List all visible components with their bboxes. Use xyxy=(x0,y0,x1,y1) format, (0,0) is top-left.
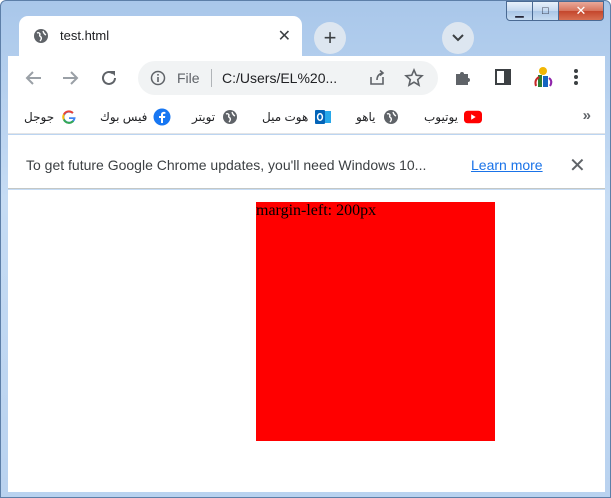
url-scheme-label: File xyxy=(177,70,200,86)
close-window-button[interactable]: ✕ xyxy=(558,1,604,21)
new-tab-button[interactable]: + xyxy=(314,22,346,54)
bookmark-google[interactable]: جوجل xyxy=(24,107,78,127)
outlook-icon xyxy=(314,108,332,126)
youtube-icon xyxy=(464,108,482,126)
bookmark-label: جوجل xyxy=(24,110,55,124)
back-button[interactable] xyxy=(22,66,46,90)
red-margin-box: margin-left: 200px xyxy=(256,202,495,441)
tab-title: test.html xyxy=(60,28,110,43)
update-infobar: To get future Google Chrome updates, you… xyxy=(8,135,605,189)
share-icon[interactable] xyxy=(368,69,386,92)
extensions-puzzle-icon[interactable] xyxy=(453,67,473,92)
bookmark-label: هوت ميل xyxy=(262,110,309,124)
forward-arrow-icon xyxy=(63,71,79,85)
side-panel-icon[interactable] xyxy=(493,67,513,92)
box-text: margin-left: 200px xyxy=(256,202,377,219)
globe-icon xyxy=(382,108,400,126)
more-bookmarks-chevron-icon[interactable]: » xyxy=(583,107,591,124)
address-bar[interactable]: File C:/Users/EL%20... xyxy=(138,61,438,95)
reload-icon xyxy=(102,70,116,85)
bookmark-label: يوتيوب xyxy=(424,110,458,124)
forward-button[interactable] xyxy=(58,66,82,90)
infobar-close-icon[interactable]: ✕ xyxy=(569,153,586,178)
facebook-icon xyxy=(153,108,171,126)
bookmark-yahoo[interactable]: ياهو xyxy=(356,107,400,127)
tab-search-button[interactable] xyxy=(442,22,474,54)
profile-avatar-icon[interactable] xyxy=(530,64,556,95)
reload-button[interactable] xyxy=(97,66,121,90)
bookmark-label: فيس بوك xyxy=(100,110,148,124)
maximize-button[interactable]: □ xyxy=(532,1,559,21)
bookmarks-bar: جوجل فيس بوك تويتر هوت ميل ياهو يوتيوب » xyxy=(8,100,605,134)
page-content: margin-left: 200px xyxy=(8,190,605,492)
info-icon[interactable] xyxy=(150,70,166,91)
bookmark-twitter[interactable]: تويتر xyxy=(192,107,239,127)
chevron-down-icon xyxy=(452,34,464,42)
omnibox-separator xyxy=(211,69,212,87)
tab-close-icon[interactable]: ✕ xyxy=(278,26,291,46)
minimize-button[interactable]: ▁ xyxy=(506,1,533,21)
bookmark-label: تويتر xyxy=(192,110,216,124)
bookmark-youtube[interactable]: يوتيوب xyxy=(424,107,482,127)
bookmark-facebook[interactable]: فيس بوك xyxy=(100,107,171,127)
learn-more-link[interactable]: Learn more xyxy=(471,157,543,173)
window-caption-buttons: ▁ □ ✕ xyxy=(506,1,604,22)
bookmark-hotmail[interactable]: هوت ميل xyxy=(262,107,332,127)
back-arrow-icon xyxy=(25,71,41,85)
globe-icon xyxy=(221,108,239,126)
url-text[interactable]: C:/Users/EL%20... xyxy=(222,70,337,86)
browser-window: ▁ □ ✕ test.html ✕ + File C:/Users/EL%20.… xyxy=(0,0,611,498)
bookmark-label: ياهو xyxy=(356,110,376,124)
tab-test-html[interactable]: test.html ✕ xyxy=(19,16,302,56)
bookmark-star-icon[interactable] xyxy=(404,67,424,93)
menu-kebab-icon[interactable] xyxy=(573,67,579,92)
toolbar: File C:/Users/EL%20... xyxy=(8,56,605,100)
google-icon xyxy=(60,108,78,126)
infobar-message: To get future Google Chrome updates, you… xyxy=(26,157,427,173)
globe-icon xyxy=(33,28,49,44)
